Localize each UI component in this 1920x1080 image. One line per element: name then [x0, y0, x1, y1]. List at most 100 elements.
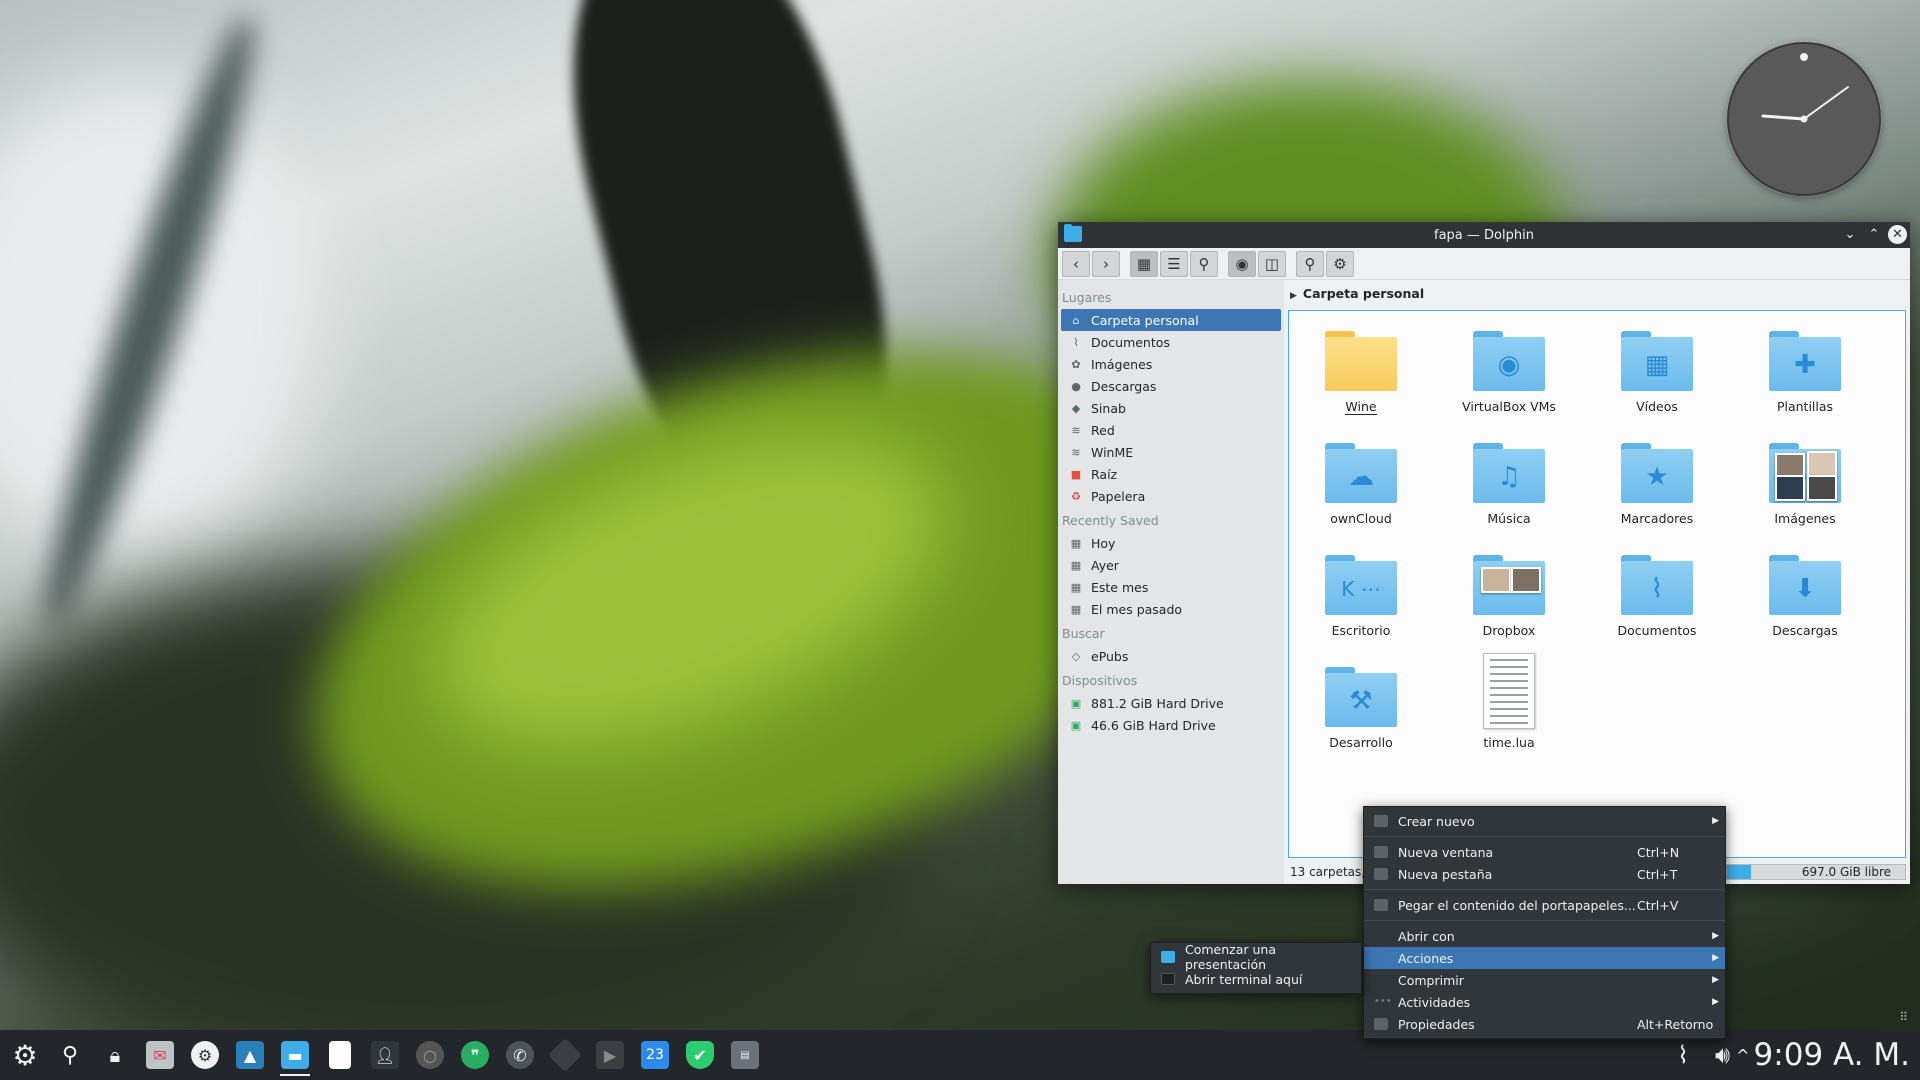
menu-new-window[interactable]: Nueva ventana Ctrl+N — [1364, 841, 1725, 863]
search-button[interactable]: ⚲ — [1296, 250, 1324, 277]
file-item-virtualbox[interactable]: ◉ VirtualBox VMs — [1439, 327, 1579, 414]
paste-icon — [1374, 899, 1388, 911]
minimize-button[interactable]: ⌄ — [1840, 225, 1860, 245]
dolphin-app-icon[interactable] — [1064, 224, 1082, 242]
taskbar-settings[interactable]: ⚙ — [186, 1034, 224, 1076]
details-view-button[interactable]: ☰ — [1160, 250, 1188, 277]
file-item-owncloud[interactable]: ☁ ownCloud — [1291, 439, 1431, 526]
file-item-videos[interactable]: ▦ Vídeos — [1587, 327, 1727, 414]
actions-submenu: Comenzar una presentación Abrir terminal… — [1150, 942, 1362, 994]
document-icon — [329, 1041, 351, 1069]
file-item-bookmarks[interactable]: ★ Marcadores — [1587, 439, 1727, 526]
taskbar-app-circle[interactable]: ○ — [411, 1034, 449, 1076]
taskbar-security[interactable]: ✔ — [681, 1034, 719, 1076]
taskbar-photos[interactable]: ▲ — [231, 1034, 269, 1076]
file-item-desktop[interactable]: K ⋯ Escritorio — [1291, 551, 1431, 638]
menu-activities[interactable]: ••• Actividades ▶ — [1364, 991, 1725, 1013]
analog-clock-widget[interactable] — [1727, 42, 1881, 196]
recent-last-month[interactable]: ▦ El mes pasado — [1061, 598, 1281, 620]
menu-properties[interactable]: Propiedades Alt+Retorno — [1364, 1013, 1725, 1035]
forward-button[interactable]: › — [1092, 250, 1120, 277]
submenu-start-presentation[interactable]: Comenzar una presentación — [1151, 942, 1361, 972]
menu-open-with[interactable]: Abrir con ▶ — [1364, 925, 1725, 947]
menu-compress[interactable]: Comprimir ▶ — [1364, 969, 1725, 991]
taskbar-mail[interactable]: ✉ — [141, 1034, 179, 1076]
chevron-left-icon: ‹ — [1073, 254, 1079, 273]
recent-today[interactable]: ▦ Hoy — [1061, 532, 1281, 554]
file-item-music[interactable]: ♫ Música — [1439, 439, 1579, 526]
menu-new-tab[interactable]: Nueva pestaña Ctrl+T — [1364, 863, 1725, 885]
submenu-open-terminal[interactable]: Abrir terminal aquí — [1151, 968, 1361, 990]
place-trash[interactable]: ♻ Papelera — [1061, 485, 1281, 507]
file-item-wine[interactable]: Wine — [1291, 327, 1431, 415]
split-view-button[interactable]: ◫ — [1258, 250, 1286, 277]
file-item-downloads[interactable]: ⬇ Descargas — [1735, 551, 1875, 638]
taskbar-video[interactable]: ▶ — [591, 1034, 629, 1076]
taskbar-search[interactable]: ⚲ — [51, 1034, 89, 1076]
menu-actions[interactable]: Acciones ▶ — [1364, 947, 1725, 969]
volume-icon[interactable]: 🔊︎ — [1715, 1041, 1730, 1069]
chevron-up-icon[interactable]: ^ — [1736, 1046, 1749, 1065]
recent-yesterday[interactable]: ▦ Ayer — [1061, 554, 1281, 576]
digital-clock[interactable]: 9:09 A. M. — [1754, 1037, 1910, 1073]
gear-icon: ⚙ — [1333, 254, 1347, 273]
folder-icon: ▬ — [281, 1041, 309, 1069]
taskbar-text-editor[interactable] — [321, 1034, 359, 1076]
eye-icon: ◉ — [1235, 254, 1249, 273]
menu-paste[interactable]: Pegar el contenido del portapapeles... Ct… — [1364, 894, 1725, 916]
taskbar-contacts[interactable]: 👤︎ — [366, 1034, 404, 1076]
video-icon: ▶ — [596, 1041, 624, 1069]
file-item-images[interactable]: Imágenes — [1735, 439, 1875, 526]
window-titlebar[interactable]: fapa — Dolphin ⌄ ⌃ ✕ — [1058, 222, 1910, 248]
place-images[interactable]: ✿ Imágenes — [1061, 353, 1281, 375]
tree-view-button[interactable]: ⚲ — [1190, 250, 1218, 277]
taskbar-calculator[interactable]: ▤ — [726, 1034, 764, 1076]
file-item-dropbox[interactable]: Dropbox — [1439, 551, 1579, 638]
breadcrumb[interactable]: ▶ Carpeta personal — [1290, 286, 1424, 301]
device-hdd-2[interactable]: ▣ 46.6 GiB Hard Drive — [1061, 714, 1281, 736]
back-button[interactable]: ‹ — [1062, 250, 1090, 277]
menu-create-new[interactable]: Crear nuevo ▶ — [1364, 810, 1725, 832]
free-space-indicator[interactable]: 697.0 GiB libre — [1726, 864, 1906, 880]
file-view[interactable]: Wine ◉ VirtualBox VMs ▦ Vídeos ✚ Plantil… — [1288, 310, 1906, 858]
settings-icon: ⚙ — [191, 1041, 219, 1069]
window-icon — [1374, 846, 1388, 858]
paperclip-icon[interactable]: ⌇ — [1677, 1041, 1689, 1069]
dolphin-window[interactable]: fapa — Dolphin ⌄ ⌃ ✕ ‹ › ▦ ☰ ⚲ ◉ ◫ ⚲ ⚙ L… — [1058, 222, 1910, 884]
file-item-time-lua[interactable]: time.lua — [1439, 653, 1579, 750]
taskbar-hangouts[interactable]: ❞ — [456, 1034, 494, 1076]
taskbar-git[interactable] — [546, 1034, 584, 1076]
taskbar-whatsapp[interactable]: ✆ — [501, 1034, 539, 1076]
taskbar-lock[interactable]: 🔒︎ — [96, 1034, 134, 1076]
desktop-toolbox-icon[interactable]: ⠿ — [1899, 1010, 1908, 1024]
search-epubs[interactable]: ◇ ePubs — [1061, 645, 1281, 667]
maximize-button[interactable]: ⌃ — [1864, 225, 1884, 245]
file-item-documents[interactable]: ⌇ Documentos — [1587, 551, 1727, 638]
place-red[interactable]: ≋ Red — [1061, 419, 1281, 441]
place-downloads[interactable]: ● Descargas — [1061, 375, 1281, 397]
place-sinab[interactable]: ◆ Sinab — [1061, 397, 1281, 419]
place-home[interactable]: ⌂ Carpeta personal — [1061, 309, 1281, 331]
taskbar-dolphin[interactable]: ▬ — [276, 1034, 314, 1076]
properties-icon — [1374, 1018, 1388, 1030]
file-item-templates[interactable]: ✚ Plantillas — [1735, 327, 1875, 414]
chevron-right-icon: ▶ — [1290, 291, 1297, 301]
device-hdd-1[interactable]: ▣ 881.2 GiB Hard Drive — [1061, 692, 1281, 714]
place-documents[interactable]: ⌇ Documentos — [1061, 331, 1281, 353]
dropbox-folder-icon — [1471, 551, 1547, 617]
icons-view-button[interactable]: ▦ — [1130, 250, 1158, 277]
close-button[interactable]: ✕ — [1888, 225, 1907, 244]
videos-folder-icon: ▦ — [1619, 327, 1695, 393]
desktop-folder-icon: K ⋯ — [1323, 551, 1399, 617]
settings-menu-button[interactable]: ⚙ — [1326, 250, 1354, 277]
recent-this-month[interactable]: ▦ Este mes — [1061, 576, 1281, 598]
red-folder-icon: ■ — [1070, 467, 1082, 481]
launcher-button[interactable]: ⚙ — [6, 1034, 44, 1076]
main-toolbar: ‹ › ▦ ☰ ⚲ ◉ ◫ ⚲ ⚙ — [1058, 248, 1910, 280]
file-item-development[interactable]: ⚒ Desarrollo — [1291, 663, 1431, 750]
documents-folder-icon: ⌇ — [1619, 551, 1695, 617]
preview-toggle-button[interactable]: ◉ — [1228, 250, 1256, 277]
place-root[interactable]: ■ Raíz — [1061, 463, 1281, 485]
taskbar-calendar[interactable]: 23 — [636, 1034, 674, 1076]
place-winme[interactable]: ≋ WinME — [1061, 441, 1281, 463]
